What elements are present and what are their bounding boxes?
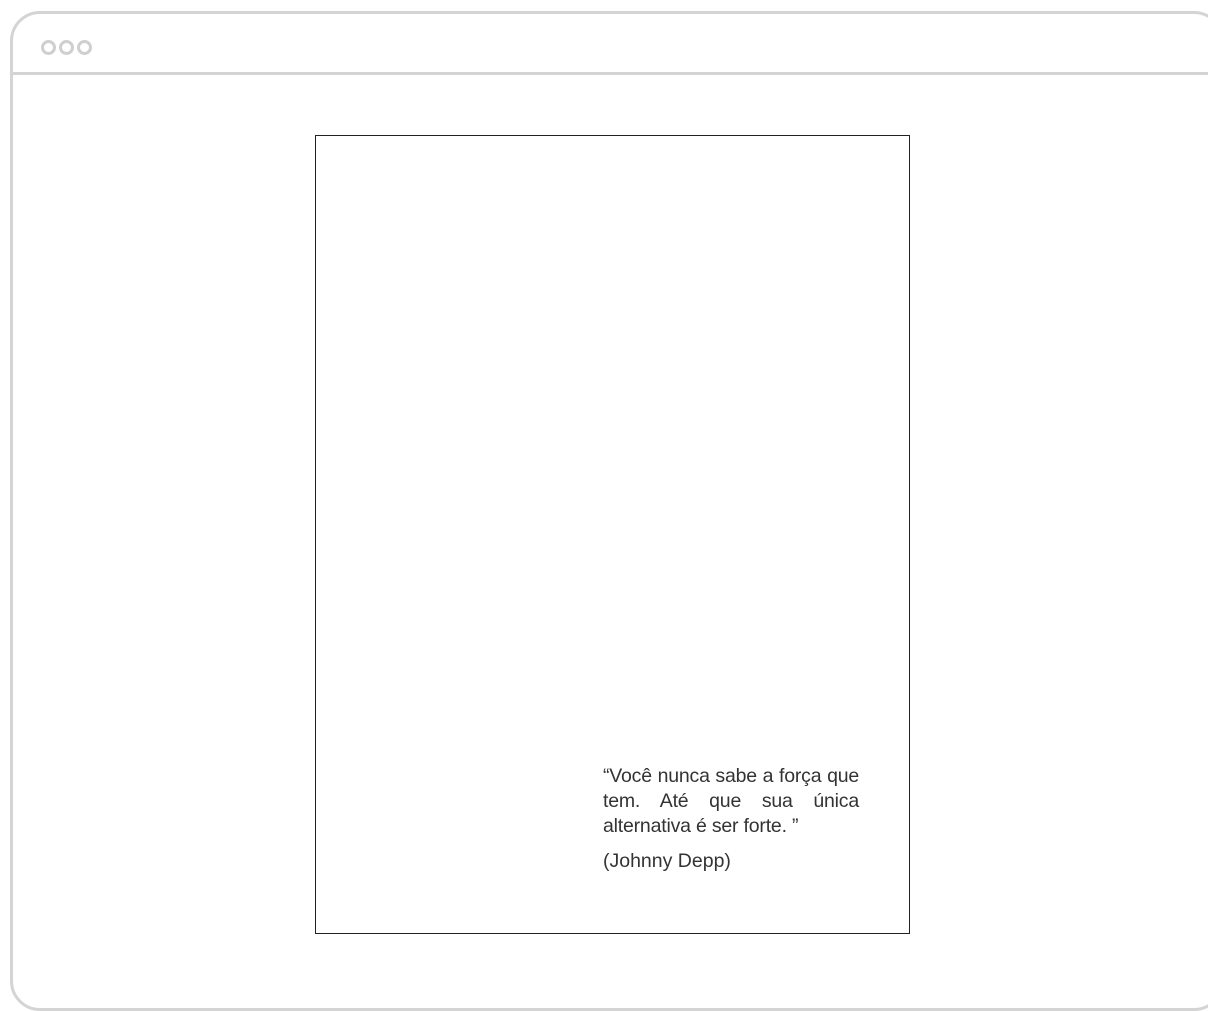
quote-author: (Johnny Depp) — [603, 850, 731, 872]
quote-block: “Você nunca sabe a força que tem. Até qu… — [603, 764, 859, 874]
window-control-dot[interactable] — [77, 40, 92, 55]
title-bar — [13, 14, 1208, 75]
quote-text: “Você nunca sabe a força que tem. Até qu… — [603, 765, 859, 837]
window-control-dot[interactable] — [41, 40, 56, 55]
document-page: “Você nunca sabe a força que tem. Até qu… — [315, 135, 910, 934]
window-control-dot[interactable] — [59, 40, 74, 55]
